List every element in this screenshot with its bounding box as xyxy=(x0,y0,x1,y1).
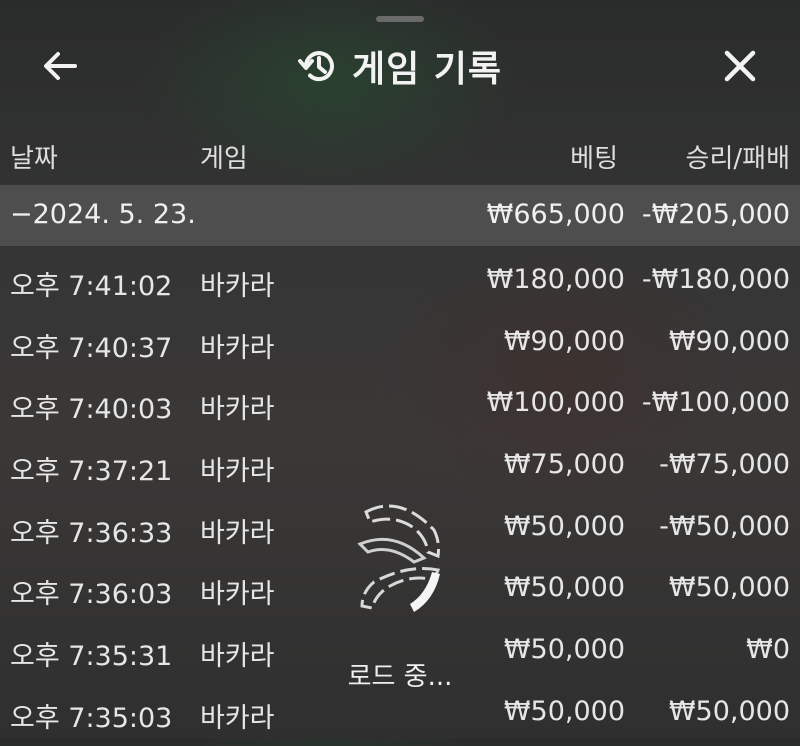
sheet-grabber[interactable] xyxy=(376,16,424,22)
row-bet: ₩75,000 xyxy=(503,449,625,481)
row-bet: ₩50,000 xyxy=(503,510,625,542)
row-win-loss: -₩50,000 xyxy=(659,510,790,542)
row-time: 오후 7:36:03 xyxy=(10,579,173,611)
row-win-loss: ₩90,000 xyxy=(668,325,790,357)
close-icon xyxy=(724,50,756,82)
row-time: 오후 7:37:21 xyxy=(10,456,173,488)
row-win-loss: -₩180,000 xyxy=(641,264,790,295)
row-game: 바카라 xyxy=(200,702,275,734)
loading-text: 로드 중... xyxy=(347,662,453,692)
table-row[interactable]: 오후 7:41:02 바카라 ₩180,000 -₩180,000 xyxy=(0,252,800,314)
row-bet: ₩50,000 xyxy=(503,634,625,666)
row-bet: ₩50,000 xyxy=(503,572,625,604)
row-game: 바카라 xyxy=(200,517,275,549)
table-row[interactable]: 오후 7:40:37 바카라 ₩90,000 ₩90,000 xyxy=(0,314,800,376)
row-game: 바카라 xyxy=(200,641,275,673)
table-row[interactable]: 오후 7:37:21 바카라 ₩75,000 -₩75,000 xyxy=(0,437,800,499)
close-button[interactable] xyxy=(716,42,764,90)
row-bet: ₩50,000 xyxy=(503,695,625,727)
row-bet: ₩180,000 xyxy=(486,264,625,295)
row-win-loss: ₩50,000 xyxy=(668,695,790,727)
column-header-win-loss[interactable]: 승리/패배 xyxy=(686,138,790,175)
page-title: 게임 기록 xyxy=(351,49,502,90)
column-header-bet[interactable]: 베팅 xyxy=(570,138,618,175)
day-summary-date: −2024. 5. 23. xyxy=(10,199,196,230)
row-bet: ₩90,000 xyxy=(503,325,625,357)
row-win-loss: ₩50,000 xyxy=(668,572,790,604)
row-time: 오후 7:35:31 xyxy=(10,641,173,673)
row-game: 바카라 xyxy=(200,332,275,364)
row-game: 바카라 xyxy=(200,271,275,302)
row-game: 바카라 xyxy=(200,456,275,488)
history-icon xyxy=(297,51,334,82)
row-win-loss: ₩0 xyxy=(746,634,790,666)
row-win-loss: -₩100,000 xyxy=(641,387,790,419)
row-time: 오후 7:41:02 xyxy=(10,271,173,302)
row-time: 오후 7:40:03 xyxy=(10,394,173,426)
day-summary-row[interactable]: −2024. 5. 23. ₩665,000 -₩205,000 xyxy=(0,185,800,246)
day-summary-win-loss: -₩205,000 xyxy=(641,199,790,230)
day-summary-bet: ₩665,000 xyxy=(486,199,625,230)
column-header-game[interactable]: 게임 xyxy=(200,138,248,175)
row-game: 바카라 xyxy=(200,579,275,611)
table-header: 날짜 게임 베팅 승리/패배 xyxy=(0,128,800,178)
column-header-date[interactable]: 날짜 xyxy=(10,138,58,175)
row-time: 오후 7:36:33 xyxy=(10,517,173,549)
row-win-loss: -₩75,000 xyxy=(659,449,790,481)
table-row[interactable]: 오후 7:40:03 바카라 ₩100,000 -₩100,000 xyxy=(0,375,800,437)
loading-spinner-icon xyxy=(357,504,441,612)
table-row[interactable]: 오후 7:35:03 바카라 ₩50,000 ₩50,000 xyxy=(0,684,800,746)
row-bet: ₩100,000 xyxy=(486,387,625,419)
header: 게임 기록 xyxy=(0,38,800,94)
row-time: 오후 7:35:03 xyxy=(10,702,173,734)
row-time: 오후 7:40:37 xyxy=(10,332,173,364)
row-game: 바카라 xyxy=(200,394,275,426)
